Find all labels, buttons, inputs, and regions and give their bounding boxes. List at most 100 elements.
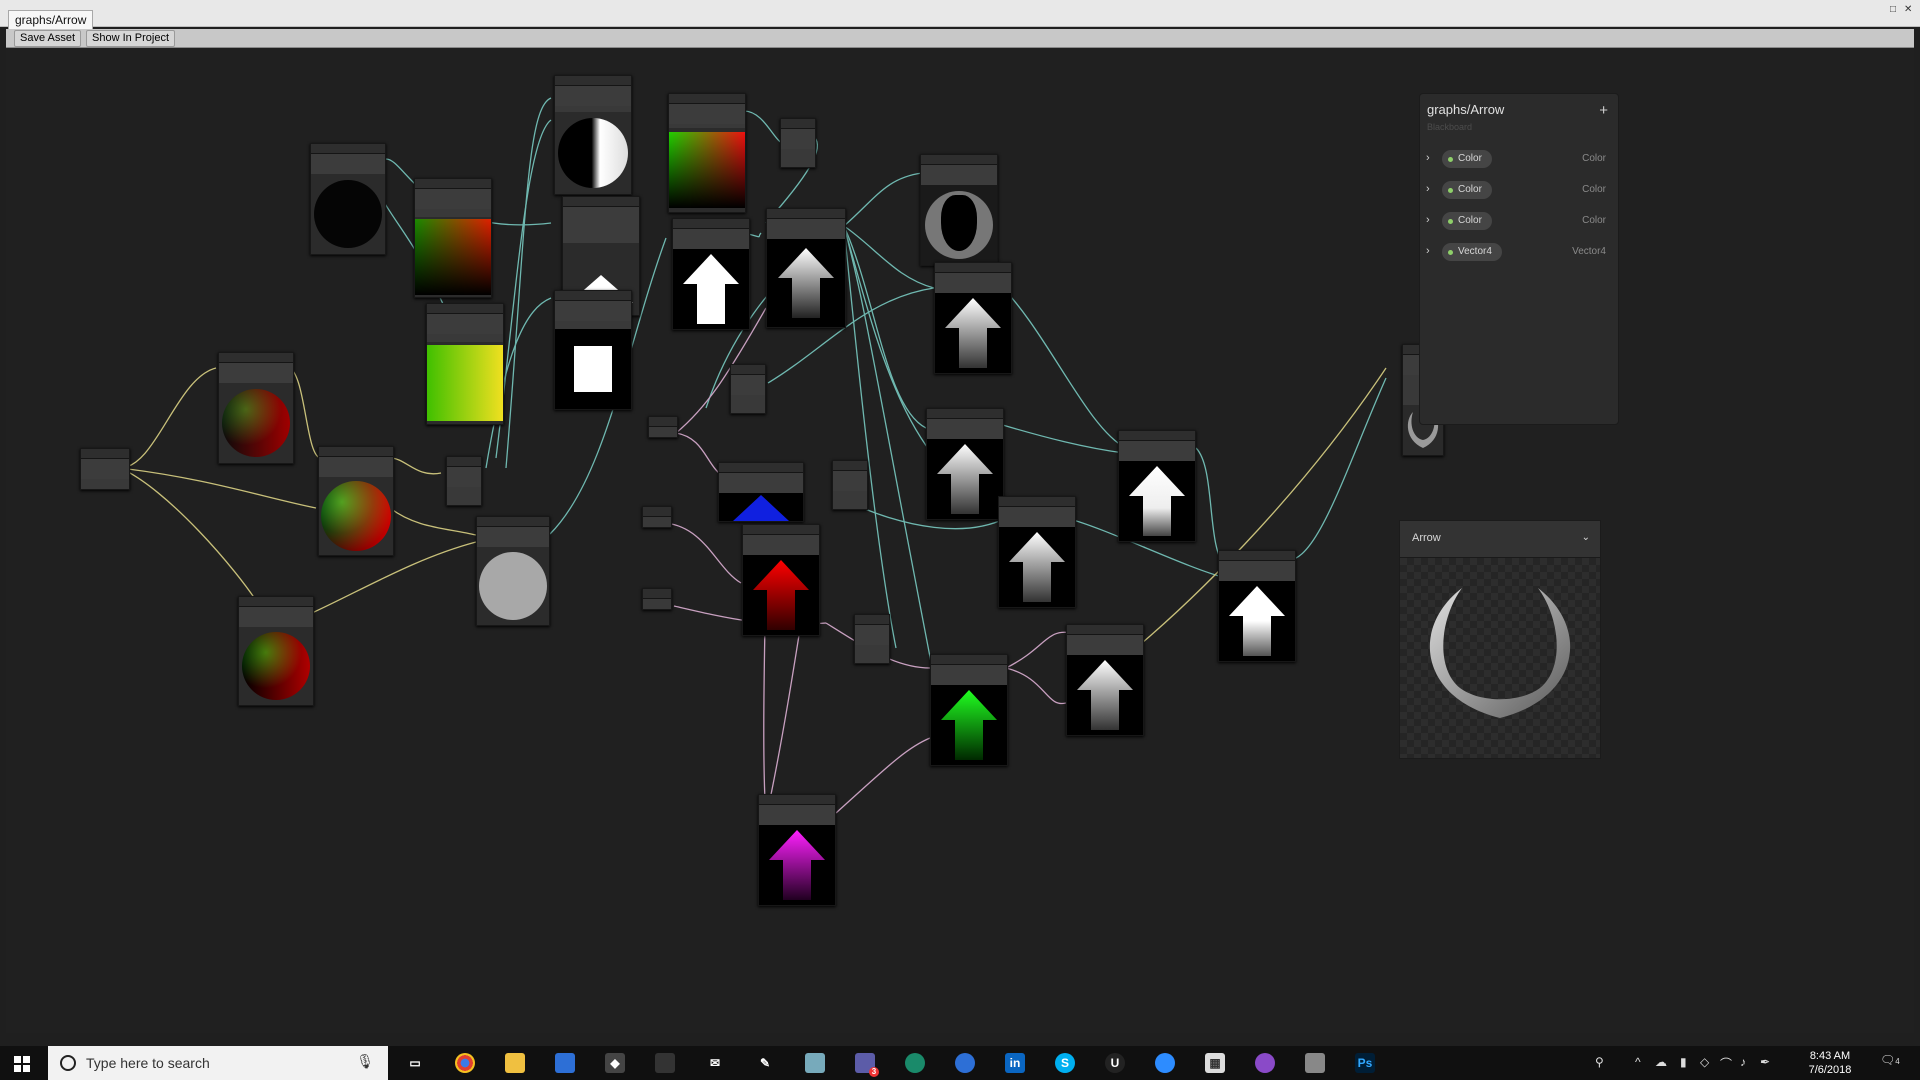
- node-vector3[interactable]: [80, 448, 130, 490]
- dropbox-icon[interactable]: ◇: [1700, 1055, 1709, 1069]
- node-split-3[interactable]: [446, 456, 482, 506]
- battery-icon[interactable]: ▮: [1680, 1055, 1687, 1069]
- property-dot-icon: [1448, 219, 1453, 224]
- node-split-2[interactable]: [730, 364, 766, 414]
- property-pill[interactable]: Color: [1442, 212, 1492, 230]
- add-property-button[interactable]: +: [1599, 103, 1608, 118]
- chevron-right-icon[interactable]: ›: [1426, 245, 1430, 257]
- windows-start-icon[interactable]: [14, 1056, 30, 1072]
- search-input[interactable]: Type here to search: [86, 1055, 210, 1071]
- node-arctangent[interactable]: [310, 143, 386, 255]
- node-multiply-blue[interactable]: [718, 462, 804, 522]
- property-pill[interactable]: Vector4: [1442, 243, 1502, 261]
- volume-icon[interactable]: ♪: [1740, 1055, 1746, 1069]
- node-split-5[interactable]: [854, 614, 890, 664]
- photoshop-icon[interactable]: Ps: [1355, 1053, 1375, 1073]
- node-multiply-halfcircle[interactable]: [554, 75, 632, 195]
- maps-icon[interactable]: [955, 1053, 975, 1073]
- onedrive-icon[interactable]: ☁: [1655, 1055, 1667, 1069]
- node-add-arrow-6[interactable]: [1218, 550, 1296, 662]
- node-tiling-offset-2[interactable]: [426, 303, 504, 425]
- app-icon[interactable]: [1255, 1053, 1275, 1073]
- node-multiply-arrow-4[interactable]: [998, 496, 1076, 608]
- arrow-preview-icon: [1009, 532, 1065, 602]
- node-multiply-green[interactable]: [930, 654, 1008, 766]
- calculator-icon[interactable]: ▦: [1205, 1053, 1225, 1073]
- node-add-arrow-white[interactable]: [672, 218, 750, 330]
- blackboard-property-row[interactable]: › Color Color: [1420, 210, 1618, 232]
- app-icon[interactable]: ✎: [755, 1053, 775, 1073]
- linkedin-icon[interactable]: in: [1005, 1053, 1025, 1073]
- clock-time: 8:43 AM: [1809, 1050, 1851, 1062]
- show-in-project-button[interactable]: Show In Project: [86, 30, 176, 47]
- mail-icon[interactable]: ✉: [705, 1053, 725, 1073]
- master-preview-viewport[interactable]: [1400, 558, 1600, 758]
- chevron-right-icon[interactable]: ›: [1426, 214, 1430, 226]
- node-property-3[interactable]: [642, 588, 672, 610]
- task-view-icon[interactable]: ▭: [405, 1053, 425, 1073]
- property-dot-icon: [1448, 188, 1453, 193]
- blackboard-property-row[interactable]: › Color Color: [1420, 179, 1618, 201]
- node-add-magenta[interactable]: [758, 794, 836, 906]
- taskbar-search-box[interactable]: Type here to search 🎙: [48, 1046, 388, 1080]
- node-multiply-shield[interactable]: [920, 154, 998, 266]
- arrow-preview-icon: [683, 254, 739, 324]
- people-icon[interactable]: ⚲: [1595, 1055, 1604, 1069]
- arrow-preview-icon: [945, 298, 1001, 368]
- skype-icon[interactable]: S: [1055, 1053, 1075, 1073]
- property-pill[interactable]: Color: [1442, 150, 1492, 168]
- node-multiply-arrow-3[interactable]: [926, 408, 1004, 520]
- node-subtract[interactable]: [218, 352, 294, 464]
- microphone-icon[interactable]: 🎙: [356, 1053, 374, 1070]
- master-preview-header[interactable]: Arrow ⌄: [1400, 521, 1600, 558]
- node-normalize[interactable]: [318, 446, 394, 556]
- node-split-1[interactable]: [780, 118, 816, 168]
- node-tiling-offset-1[interactable]: [414, 178, 492, 298]
- pen-icon[interactable]: ✒: [1760, 1055, 1770, 1069]
- property-dot-icon: [1448, 250, 1453, 255]
- property-type: Color: [1582, 215, 1606, 226]
- node-property-2[interactable]: [642, 506, 672, 528]
- node-position[interactable]: [238, 596, 314, 706]
- taskbar-clock[interactable]: 8:43 AM 7/6/2018: [1800, 1049, 1860, 1077]
- chevron-right-icon[interactable]: ›: [1426, 183, 1430, 195]
- node-multiply-arrow-2[interactable]: [934, 262, 1012, 374]
- app-icon[interactable]: [1305, 1053, 1325, 1073]
- store-icon[interactable]: [555, 1053, 575, 1073]
- blackboard-property-row[interactable]: › Vector4 Vector4: [1420, 241, 1618, 263]
- blackboard-property-row[interactable]: › Color Color: [1420, 148, 1618, 170]
- unreal-icon[interactable]: U: [1105, 1053, 1125, 1073]
- node-distance[interactable]: [476, 516, 550, 626]
- arrow-preview-icon: [753, 560, 809, 630]
- node-split-4[interactable]: [832, 460, 868, 510]
- blackboard-panel: graphs/Arrow Blackboard + › Color Color …: [1419, 93, 1619, 425]
- property-pill[interactable]: Color: [1442, 181, 1492, 199]
- maximize-icon[interactable]: □: [1890, 4, 1896, 15]
- chrome-icon[interactable]: [455, 1053, 475, 1073]
- node-property-1[interactable]: [648, 416, 678, 438]
- property-dot-icon: [1448, 157, 1453, 162]
- graph-canvas[interactable]: [6, 48, 1914, 1033]
- node-rectangle[interactable]: [554, 290, 632, 410]
- notification-icon[interactable]: 🗨4: [1880, 1053, 1900, 1067]
- app-icon[interactable]: [905, 1053, 925, 1073]
- chevron-right-icon[interactable]: ›: [1426, 152, 1430, 164]
- property-name: Vector4: [1458, 246, 1492, 257]
- node-multiply-red[interactable]: [742, 524, 820, 636]
- file-explorer-icon[interactable]: [505, 1053, 525, 1073]
- unity-icon[interactable]: ◆: [605, 1053, 625, 1073]
- window-tab[interactable]: graphs/Arrow: [8, 10, 94, 29]
- node-uv[interactable]: [668, 93, 746, 213]
- chevron-down-icon[interactable]: ⌄: [1582, 532, 1590, 543]
- network-icon[interactable]: ⌒: [1720, 1055, 1732, 1072]
- discord-icon[interactable]: 3: [855, 1053, 879, 1077]
- zoom-icon[interactable]: [1155, 1053, 1175, 1073]
- node-add-arrow-5[interactable]: [1118, 430, 1196, 542]
- chevron-up-icon[interactable]: ^: [1635, 1055, 1641, 1069]
- node-multiply-arrow-1[interactable]: [766, 208, 846, 328]
- close-icon[interactable]: ✕: [1904, 4, 1912, 15]
- app-icon[interactable]: [805, 1053, 825, 1073]
- save-asset-button[interactable]: Save Asset: [14, 30, 82, 47]
- node-add-arrow-7[interactable]: [1066, 624, 1144, 736]
- app-icon[interactable]: [655, 1053, 675, 1073]
